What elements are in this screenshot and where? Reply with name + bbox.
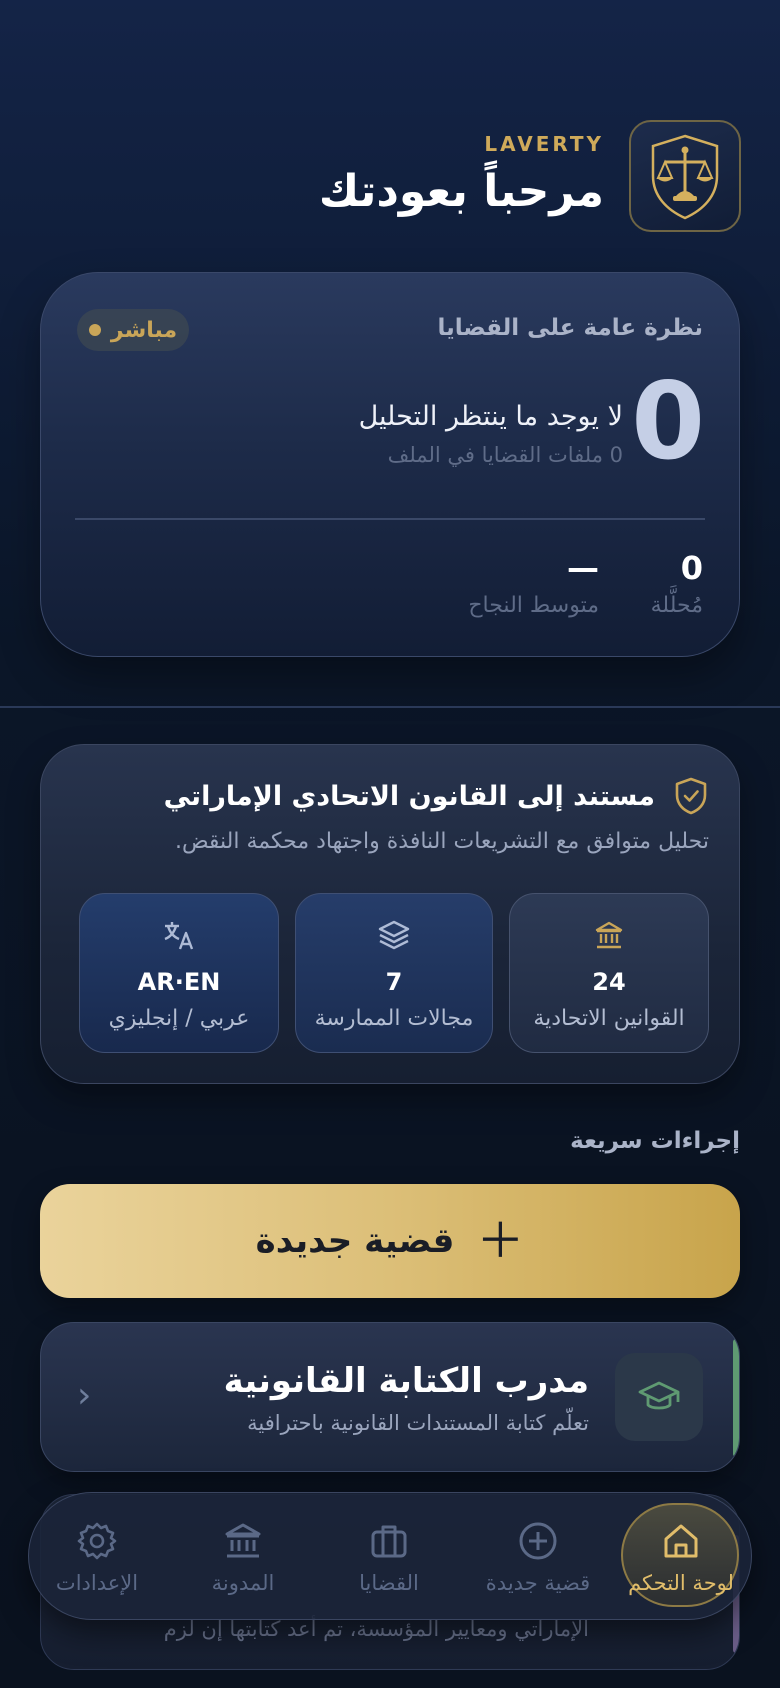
translate-icon <box>160 916 198 954</box>
new-case-label: قضية جديدة <box>255 1221 455 1261</box>
bank-icon <box>221 1519 265 1563</box>
languages-label: عربي / إنجليزي <box>108 1006 250 1031</box>
practice-areas-tile[interactable]: 7 مجالات الممارسة <box>295 893 493 1053</box>
trainer-title: مدرب الكتابة القانونية <box>223 1361 589 1401</box>
trainer-subtitle: تعلّم كتابة المستندات القانونية باحترافي… <box>247 1411 589 1435</box>
cases-overview-card[interactable]: نظرة عامة على القضايا مباشر 0 لا يوجد ما… <box>40 272 740 657</box>
federal-laws-label: القوانين الاتحادية <box>533 1006 685 1031</box>
legal-writing-trainer-card[interactable]: مدرب الكتابة القانونية تعلّم كتابة المست… <box>40 1322 740 1472</box>
plus-icon: ＋ <box>476 1213 525 1269</box>
practice-areas-label: مجالات الممارسة <box>314 1006 474 1031</box>
nav-item-code[interactable]: المدونة <box>173 1493 313 1621</box>
federal-laws-tile[interactable]: 24 القوانين الاتحادية <box>509 893 709 1053</box>
uae-law-card: مستند إلى القانون الاتحادي الإماراتي تحل… <box>40 744 740 1084</box>
app-logo <box>629 120 741 232</box>
nav-label-settings: الإعدادات <box>55 1571 139 1595</box>
avg-success-value: — <box>567 549 599 587</box>
bottom-navigation: لوحة التحكم قضية جديدة القضايا المدونة ا… <box>28 1492 752 1620</box>
new-case-button[interactable]: ＋ قضية جديدة <box>40 1184 740 1298</box>
pending-subtext: 0 ملفات القضايا في الملف <box>387 443 623 467</box>
avg-success-label: متوسط النجاح <box>468 593 599 618</box>
overview-title: نظرة عامة على القضايا <box>437 315 704 341</box>
pending-text: لا يوجد ما ينتظر التحليل <box>358 401 623 432</box>
nav-label-code: المدونة <box>211 1571 275 1595</box>
brand-name: LAVERTY <box>484 132 604 156</box>
scales-of-justice-icon <box>651 134 719 220</box>
plus-circle-icon <box>516 1519 560 1563</box>
analyzed-label: مُحلَّلة <box>650 593 703 618</box>
nav-label-dashboard: لوحة التحكم <box>628 1571 734 1595</box>
pending-count: 0 <box>631 360 705 483</box>
gear-icon <box>75 1519 119 1563</box>
live-dot-icon <box>88 324 101 336</box>
nav-item-settings[interactable]: الإعدادات <box>27 1493 167 1621</box>
law-card-title: مستند إلى القانون الاتحادي الإماراتي <box>163 781 655 812</box>
welcome-title: مرحباً بعودتك <box>318 166 604 217</box>
trainer-accent-bar <box>733 1339 739 1457</box>
briefcase-icon <box>367 1519 411 1563</box>
nav-item-new-case[interactable]: قضية جديدة <box>468 1493 608 1621</box>
live-badge: مباشر <box>77 309 189 351</box>
nav-item-dashboard[interactable]: لوحة التحكم <box>611 1493 751 1621</box>
home-icon <box>659 1519 703 1563</box>
nav-item-cases[interactable]: القضايا <box>319 1493 459 1621</box>
live-label: مباشر <box>110 317 178 343</box>
federal-laws-count: 24 <box>592 968 626 996</box>
layers-icon <box>375 916 413 954</box>
nav-label-cases: القضايا <box>359 1571 419 1595</box>
chevron-left-icon: ‹ <box>77 1375 92 1416</box>
graduation-cap-icon <box>615 1353 703 1441</box>
languages-tile[interactable]: AR·EN عربي / إنجليزي <box>79 893 279 1053</box>
law-card-description: تحليل متوافق مع التشريعات النافذة واجتها… <box>174 829 709 854</box>
quick-actions-title: إجراءات سريعة <box>570 1128 740 1154</box>
nav-label-new-case: قضية جديدة <box>485 1571 591 1595</box>
section-divider <box>0 706 780 708</box>
analyzed-count: 0 <box>680 549 703 587</box>
practice-areas-count: 7 <box>385 968 403 996</box>
overview-divider <box>75 518 705 520</box>
bank-icon <box>590 916 628 954</box>
shield-check-icon <box>675 777 707 815</box>
languages-value: AR·EN <box>137 968 221 996</box>
